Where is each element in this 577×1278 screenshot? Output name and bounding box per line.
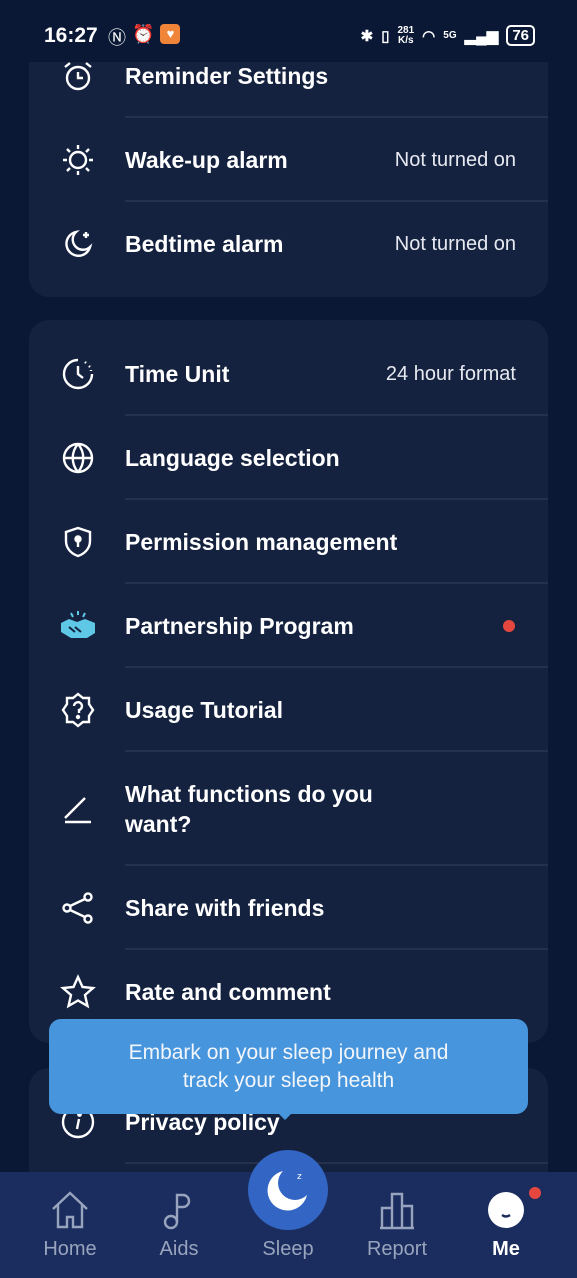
row-label: Time Unit <box>125 361 230 387</box>
row-label: Permission management <box>125 529 398 555</box>
language-selection-row[interactable]: Language selection <box>29 416 548 500</box>
svg-text:z: z <box>297 1172 302 1182</box>
tooltip-line-1: Embark on your sleep journey and <box>128 1041 449 1064</box>
notification-badge <box>503 620 515 632</box>
wake-up-alarm-row[interactable]: Wake-up alarm Not turned on <box>29 118 548 202</box>
row-value: Not turned on <box>394 232 516 255</box>
partnership-program-row[interactable]: Partnership Program <box>29 584 548 668</box>
moon-star-icon <box>59 225 97 263</box>
tab-home[interactable]: Home <box>20 1182 120 1261</box>
tab-label: Sleep <box>262 1238 314 1260</box>
smiley-avatar-icon <box>456 1182 556 1238</box>
nfc-icon: Ⓝ <box>108 28 126 48</box>
tab-sleep[interactable]: Sleep <box>238 1182 338 1261</box>
app-heart-icon: ♥ <box>160 24 181 44</box>
alarm-icon: ⏰ <box>132 24 155 44</box>
row-label: Share with friends <box>125 895 325 921</box>
net-speed: 281 K/s <box>397 25 414 46</box>
divider <box>125 1162 548 1164</box>
notification-badge <box>529 1187 541 1199</box>
tab-label: Report <box>366 1238 428 1260</box>
row-value: Not turned on <box>394 148 516 171</box>
signal-icon: ▂▄▆ <box>464 27 499 45</box>
row-label: Partnership Program <box>125 613 354 639</box>
battery-icon: 76 <box>506 25 535 46</box>
tab-report[interactable]: Report <box>347 1182 447 1261</box>
row-label: Wake-up alarm <box>125 147 288 173</box>
tab-label: Me <box>492 1238 520 1260</box>
wifi-icon: ◠ <box>422 27 436 45</box>
music-note-icon <box>129 1182 229 1238</box>
clock: 16:27 <box>44 24 98 47</box>
bedtime-alarm-row[interactable]: Bedtime alarm Not turned on <box>29 202 548 286</box>
tooltip-line-2: track your sleep health <box>182 1069 395 1092</box>
home-icon <box>20 1182 120 1238</box>
row-label: What functions do you want? <box>125 781 373 837</box>
bottom-nav: Home Aids zz Sleep Report Me <box>0 1150 577 1278</box>
tab-label: Home <box>43 1238 97 1260</box>
feature-request-row[interactable]: What functions do you want? <box>29 752 548 866</box>
tab-label: Aids <box>159 1238 199 1260</box>
handshake-icon <box>59 607 97 645</box>
usage-tutorial-row[interactable]: Usage Tutorial <box>29 668 548 752</box>
permission-management-row[interactable]: Permission management <box>29 500 548 584</box>
pen-icon <box>59 790 97 828</box>
sleep-tooltip[interactable]: Embark on your sleep journey and track y… <box>49 1019 528 1120</box>
network-type: 5G <box>443 30 457 41</box>
sun-icon <box>59 141 97 179</box>
shield-icon <box>59 523 97 561</box>
net-speed-unit: K/s <box>398 34 414 46</box>
star-icon <box>59 973 97 1011</box>
time-unit-row[interactable]: Time Unit 24 hour format <box>29 332 548 416</box>
vibrate-icon: ▯ <box>381 27 390 45</box>
status-bar: 16:27 Ⓝ ⏰ ♥ ✱ ▯ 281 K/s ◠ 5G ▂▄▆ 76 <box>0 0 577 62</box>
row-label: Bedtime alarm <box>125 231 284 257</box>
tab-me[interactable]: Me <box>456 1182 556 1261</box>
alarm-clock-icon <box>59 57 97 95</box>
globe-icon <box>59 439 97 477</box>
share-icon <box>59 889 97 927</box>
settings-card: Time Unit 24 hour format Language select… <box>29 320 548 1043</box>
reminder-card: Reminder Settings Wake-up alarm Not turn… <box>29 30 548 297</box>
row-label: Reminder Settings <box>125 63 329 89</box>
tab-aids[interactable]: Aids <box>129 1182 229 1261</box>
row-value: 24 hour format <box>385 362 516 385</box>
row-label: Language selection <box>125 445 340 471</box>
help-badge-icon <box>59 691 97 729</box>
row-label: Usage Tutorial <box>125 697 284 723</box>
row-label: Rate and comment <box>125 979 331 1005</box>
share-row[interactable]: Share with friends <box>29 866 548 950</box>
clock-icon <box>59 355 97 393</box>
bar-chart-icon <box>347 1182 447 1238</box>
bluetooth-icon: ✱ <box>360 27 374 45</box>
